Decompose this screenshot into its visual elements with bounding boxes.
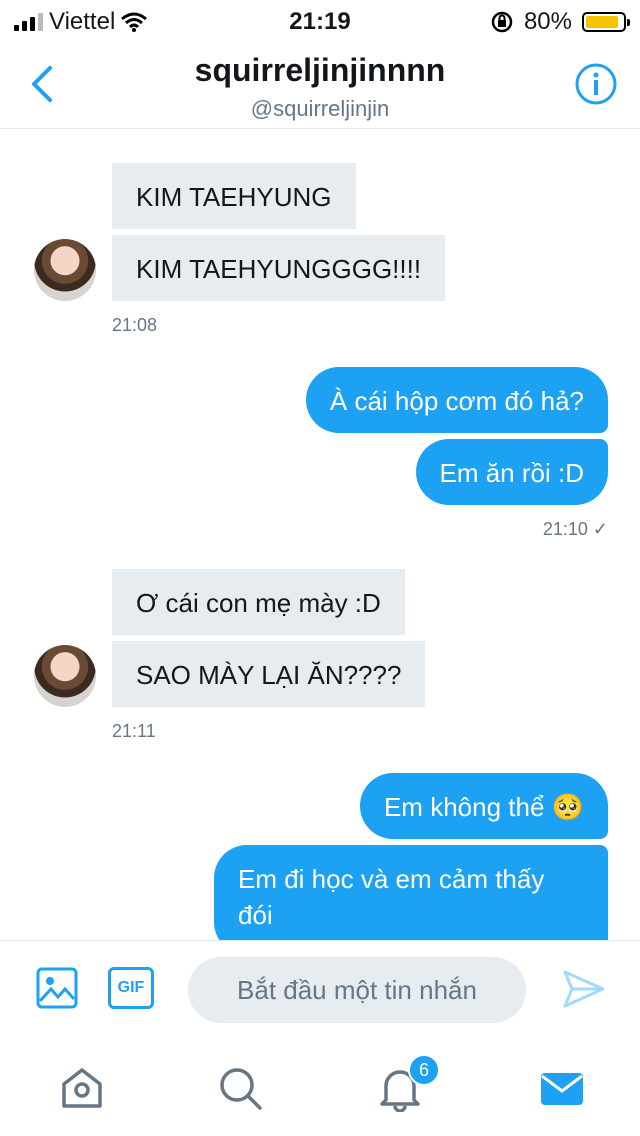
message-line: đói	[238, 900, 273, 930]
conversation-title: squirreljinjinnnn	[194, 52, 446, 88]
message-bubble[interactable]: KIM TAEHYUNG	[112, 163, 356, 229]
bottom-tab-bar: 6	[0, 1040, 640, 1136]
message-bubble[interactable]: Em ăn rồi :D	[415, 439, 608, 505]
battery-icon	[582, 12, 630, 32]
message-bubble[interactable]: Em không thể 🥺	[359, 773, 608, 839]
rotation-lock-icon	[491, 11, 513, 33]
message-timestamp: 21:11	[112, 721, 156, 741]
message-line: Em đi học và em cảm thấy	[238, 864, 545, 894]
message-input-placeholder: Bắt đầu một tin nhắn	[237, 974, 477, 1005]
info-icon[interactable]	[574, 62, 618, 106]
message-bubble[interactable]: Em đi học và em cảm thấy đói	[214, 845, 608, 940]
message-composer: GIF Bắt đầu một tin nhắn	[0, 940, 640, 1041]
gif-button[interactable]: GIF	[108, 967, 154, 1009]
avatar[interactable]	[34, 239, 96, 301]
message-list: KIM TAEHYUNG KIM TAEHYUNGGGG!!!! 21:08 À…	[0, 129, 640, 940]
message-bubble[interactable]: KIM TAEHYUNGGGG!!!!	[112, 235, 446, 301]
battery-percent: 80%	[523, 8, 572, 35]
search-icon[interactable]	[216, 1064, 264, 1112]
message-bubble[interactable]: À cái hộp cơm đó hả?	[305, 367, 608, 433]
message-timestamp: 21:08	[112, 315, 158, 335]
message-input[interactable]: Bắt đầu một tin nhắn	[188, 957, 526, 1023]
home-icon[interactable]	[58, 1064, 106, 1112]
messages-envelope-icon[interactable]	[538, 1064, 586, 1112]
send-icon[interactable]	[562, 969, 606, 1009]
image-icon[interactable]	[36, 967, 78, 1009]
conversation-handle: @squirreljinjin	[250, 96, 390, 121]
notifications-badge: 6	[408, 1054, 440, 1086]
message-bubble[interactable]: Ơ cái con mẹ mày :D	[112, 569, 405, 635]
message-timestamp: 21:10 ✓	[542, 519, 608, 539]
avatar[interactable]	[34, 645, 96, 707]
message-bubble[interactable]: SAO MÀY LẠI ĂN????	[112, 641, 426, 707]
conversation-header: squirreljinjinnnn @squirreljinjin	[0, 42, 640, 129]
status-bar: Viettel 21:19 80%	[0, 0, 640, 42]
